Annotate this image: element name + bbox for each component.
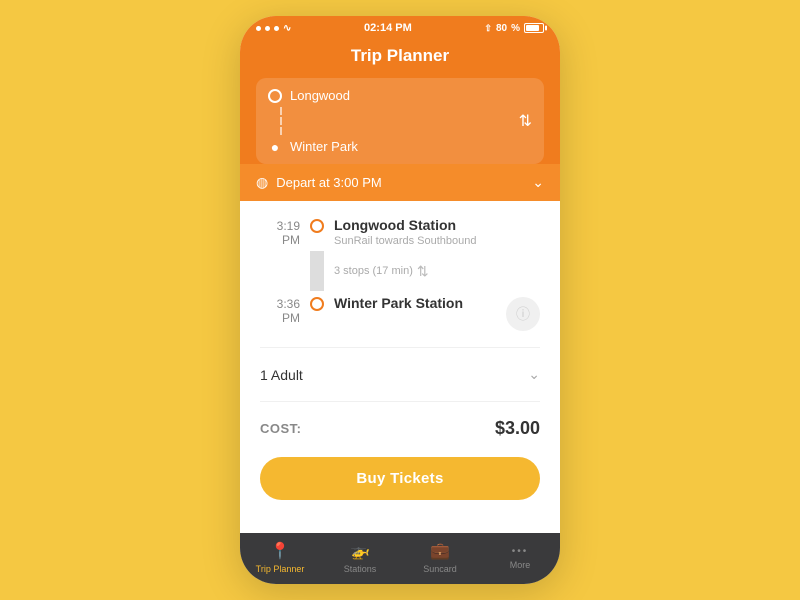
destination-text[interactable]: Winter Park xyxy=(290,139,532,154)
stops-label: 3 stops (17 min) xyxy=(334,265,413,277)
arrival-circle xyxy=(310,297,324,311)
arrival-station-name: Winter Park Station xyxy=(334,295,496,311)
cost-row: COST: $3.00 xyxy=(240,410,560,447)
nav-suncard-label: Suncard xyxy=(423,564,457,574)
info-icon: ⓘ xyxy=(516,304,530,324)
cost-value: $3.00 xyxy=(495,418,540,439)
suncard-icon: 💼 xyxy=(430,541,450,561)
route-inputs: Longwood ● Winter Park ⇅ xyxy=(256,78,544,164)
stop-departure: 3:19 PM Longwood Station SunRail towards… xyxy=(260,217,540,247)
passengers-row[interactable]: 1 Adult ⌄ xyxy=(240,356,560,393)
page-title: Trip Planner xyxy=(256,46,544,66)
trip-card: 3:19 PM Longwood Station SunRail towards… xyxy=(240,201,560,339)
wifi-icon: ∿ xyxy=(283,23,291,34)
route-section: Longwood ● Winter Park ⇅ xyxy=(240,78,560,164)
status-bar: ∿ 02:14 PM ⇧ 80% xyxy=(240,16,560,38)
nav-stations[interactable]: 🚁 Stations xyxy=(335,541,385,574)
clock-icon: ◍ xyxy=(256,174,268,191)
battery-fill xyxy=(526,25,539,31)
arrival-time: 3:36 PM xyxy=(260,295,300,325)
app-header: Trip Planner xyxy=(240,38,560,78)
main-content: 3:19 PM Longwood Station SunRail towards… xyxy=(240,201,560,533)
nav-trip-planner-label: Trip Planner xyxy=(256,564,305,574)
buy-tickets-button[interactable]: Buy Tickets xyxy=(260,457,540,500)
phone-frame: ∿ 02:14 PM ⇧ 80% Trip Planner Longwood xyxy=(240,16,560,584)
divider-line-2 xyxy=(280,117,282,125)
trip-connector: 3 stops (17 min) ⇅ xyxy=(260,247,540,295)
departure-sub: SunRail towards Southbound xyxy=(334,235,540,247)
nav-trip-planner[interactable]: 📍 Trip Planner xyxy=(255,541,305,574)
destination-row: ● Winter Park xyxy=(268,139,532,154)
signal-dot2 xyxy=(265,26,270,31)
passengers-chevron-icon: ⌄ xyxy=(528,366,540,383)
destination-dot: ● xyxy=(268,140,282,154)
nav-stations-label: Stations xyxy=(344,564,377,574)
divider-line-1 xyxy=(280,107,282,115)
connector-spacer xyxy=(260,251,300,291)
departure-station-name: Longwood Station xyxy=(334,217,540,233)
bottom-nav: 📍 Trip Planner 🚁 Stations 💼 Suncard ••• … xyxy=(240,533,560,584)
origin-text[interactable]: Longwood xyxy=(290,88,532,103)
location-icon: ⇧ xyxy=(484,23,492,34)
nav-suncard[interactable]: 💼 Suncard xyxy=(415,541,465,574)
arrival-info: Winter Park Station xyxy=(334,295,496,311)
trip-planner-icon: 📍 xyxy=(270,541,290,561)
depart-left: ◍ Depart at 3:00 PM xyxy=(256,174,382,191)
connector-line xyxy=(310,251,324,291)
origin-row: Longwood xyxy=(268,88,532,103)
battery-bar xyxy=(524,23,544,33)
passengers-label: 1 Adult xyxy=(260,367,303,383)
connector-line-wrap xyxy=(310,251,324,291)
route-divider xyxy=(274,103,532,139)
divider-passengers xyxy=(260,347,540,348)
depart-row[interactable]: ◍ Depart at 3:00 PM ⌄ xyxy=(240,164,560,201)
info-button[interactable]: ⓘ xyxy=(506,297,540,331)
signal-dot1 xyxy=(256,26,261,31)
depart-chevron-icon: ⌄ xyxy=(532,174,544,191)
departure-time: 3:19 PM xyxy=(260,217,300,247)
stations-icon: 🚁 xyxy=(350,541,370,561)
stop-arrival: 3:36 PM Winter Park Station ⓘ xyxy=(260,295,540,331)
departure-circle xyxy=(310,219,324,233)
status-battery: ⇧ 80% xyxy=(484,23,544,34)
divider-cost xyxy=(260,401,540,402)
status-time: 02:14 PM xyxy=(364,22,412,34)
more-icon: ••• xyxy=(512,546,529,557)
status-signal: ∿ xyxy=(256,23,291,34)
depart-text: Depart at 3:00 PM xyxy=(276,175,382,190)
battery-percent: 80 xyxy=(496,23,507,34)
departure-info: Longwood Station SunRail towards Southbo… xyxy=(334,217,540,247)
nav-more-label: More xyxy=(510,560,531,570)
swap-button[interactable]: ⇅ xyxy=(519,111,532,131)
buy-button-wrap: Buy Tickets xyxy=(240,447,560,514)
adjust-stops-icon[interactable]: ⇅ xyxy=(417,263,429,280)
divider-line-3 xyxy=(280,127,282,135)
pin-icon: ● xyxy=(271,140,279,154)
connector-info: 3 stops (17 min) ⇅ xyxy=(334,251,429,291)
origin-dot xyxy=(268,89,282,103)
signal-dot3 xyxy=(274,26,279,31)
cost-label: COST: xyxy=(260,421,302,436)
nav-more[interactable]: ••• More xyxy=(495,546,545,570)
